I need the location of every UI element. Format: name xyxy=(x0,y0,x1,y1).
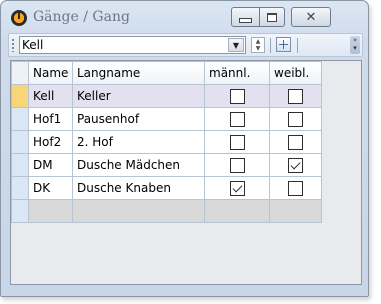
toolbar-separator xyxy=(297,38,298,53)
toolbar-overflow-button[interactable]: » ▾ xyxy=(350,36,360,54)
row-indicator[interactable] xyxy=(11,176,29,200)
weibl-checkbox[interactable] xyxy=(288,88,303,104)
cell-maennl[interactable] xyxy=(204,153,270,177)
row-indicator[interactable] xyxy=(11,199,29,223)
cell-maennl[interactable] xyxy=(204,107,270,131)
table-row[interactable]: Hof1 Pausenhof xyxy=(11,107,322,131)
toolbar: Kell ▼ ▲ ▼ » ▾ xyxy=(8,33,363,57)
dropdown-arrow-icon[interactable]: ▼ xyxy=(228,38,244,52)
cell-name[interactable]: Hof2 xyxy=(28,130,73,154)
toolbar-grip-icon[interactable] xyxy=(12,39,14,52)
row-indicator[interactable] xyxy=(11,130,29,154)
cell-weibl[interactable] xyxy=(269,107,322,131)
cell-name[interactable]: Hof1 xyxy=(28,107,73,131)
close-icon: ✕ xyxy=(305,9,317,25)
cell-maennl[interactable] xyxy=(204,199,270,223)
row-indicator[interactable] xyxy=(11,153,29,177)
cell-weibl[interactable] xyxy=(269,153,322,177)
maximize-button[interactable] xyxy=(259,7,285,27)
cell-maennl[interactable] xyxy=(204,130,270,154)
cell-weibl[interactable] xyxy=(269,84,322,108)
spin-updown-button[interactable]: ▲ ▼ xyxy=(251,37,265,53)
maennl-checkbox[interactable] xyxy=(229,134,245,150)
data-grid: Name Langname männl. weibl. Kell Keller Ho… xyxy=(10,60,362,285)
cell-langname[interactable]: Dusche Knaben xyxy=(72,176,205,200)
dialog-window: Gänge / Gang ✕ Kell ▼ ▲ ▼ » ▾ Name Langnam… xyxy=(0,0,369,297)
maximize-icon xyxy=(267,12,277,22)
column-header-name[interactable]: Name xyxy=(28,61,73,85)
row-indicator[interactable] xyxy=(11,84,29,108)
window-title: Gänge / Gang xyxy=(33,9,130,25)
row-indicator[interactable] xyxy=(11,107,29,131)
cell-langname[interactable]: Keller xyxy=(72,84,205,108)
weibl-checkbox[interactable] xyxy=(288,180,303,196)
cell-name[interactable] xyxy=(28,199,73,223)
weibl-checkbox[interactable] xyxy=(288,134,303,150)
table-row[interactable]: DK Dusche Knaben xyxy=(11,176,322,200)
minimize-icon xyxy=(239,17,252,23)
title-bar[interactable]: Gänge / Gang ✕ xyxy=(1,1,368,35)
maennl-checkbox[interactable] xyxy=(229,157,245,173)
grid-settings-button[interactable] xyxy=(276,37,291,52)
table-row[interactable]: DM Dusche Mädchen xyxy=(11,153,322,177)
grid-header-row: Name Langname männl. weibl. xyxy=(11,61,322,85)
cell-name[interactable]: Kell xyxy=(28,84,73,108)
app-clock-icon xyxy=(11,10,27,26)
maennl-checkbox[interactable] xyxy=(229,88,245,104)
maennl-checkbox[interactable] xyxy=(229,180,245,196)
cell-weibl[interactable] xyxy=(269,199,322,223)
cell-weibl[interactable] xyxy=(269,130,322,154)
cell-langname[interactable]: Pausenhof xyxy=(72,107,205,131)
cell-maennl[interactable] xyxy=(204,84,270,108)
cell-langname[interactable] xyxy=(72,199,205,223)
maennl-checkbox[interactable] xyxy=(229,111,245,127)
toolbar-separator xyxy=(270,38,271,53)
column-header-maennl[interactable]: männl. xyxy=(204,61,270,85)
cell-name[interactable]: DK xyxy=(28,176,73,200)
close-button[interactable]: ✕ xyxy=(291,7,331,27)
table-row[interactable]: Hof2 2. Hof xyxy=(11,130,322,154)
row-indicator-header xyxy=(11,61,29,85)
table-row[interactable]: Kell Keller xyxy=(11,84,322,108)
cell-langname[interactable]: Dusche Mädchen xyxy=(72,153,205,177)
column-header-weibl[interactable]: weibl. xyxy=(269,61,322,85)
cell-name[interactable]: DM xyxy=(28,153,73,177)
cell-langname[interactable]: 2. Hof xyxy=(72,130,205,154)
selection-combobox[interactable]: Kell ▼ xyxy=(19,36,246,54)
weibl-checkbox[interactable] xyxy=(288,111,303,127)
minimize-button[interactable] xyxy=(231,7,260,27)
column-header-langname[interactable]: Langname xyxy=(72,61,205,85)
combobox-value: Kell xyxy=(22,38,44,52)
cell-weibl[interactable] xyxy=(269,176,322,200)
new-record-row[interactable] xyxy=(11,199,322,223)
cell-maennl[interactable] xyxy=(204,176,270,200)
weibl-checkbox[interactable] xyxy=(288,157,303,173)
